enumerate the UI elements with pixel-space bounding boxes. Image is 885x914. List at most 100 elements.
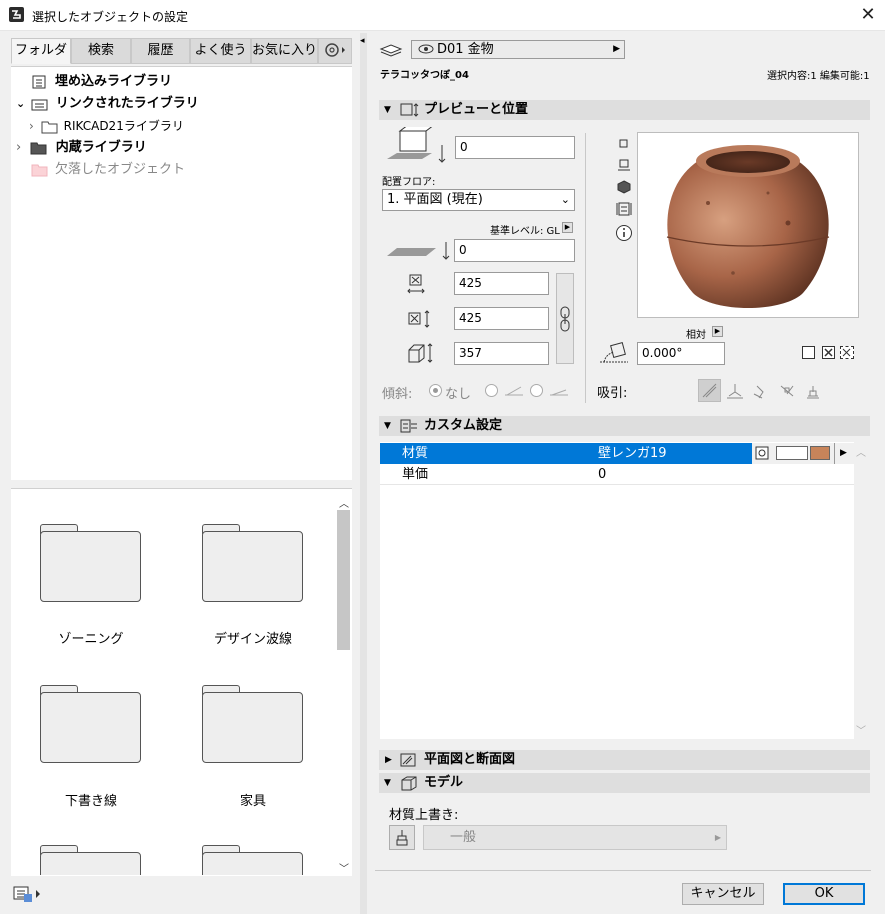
square-view-icon[interactable] bbox=[618, 138, 630, 150]
material-swatch-blank bbox=[776, 446, 808, 460]
elevation-field[interactable]: 0 bbox=[455, 136, 575, 159]
tab-favorites[interactable]: お気に入り bbox=[251, 38, 318, 64]
tree-item-label: 埋め込みライブラリ bbox=[55, 74, 173, 89]
object-name: テラコッタつぼ_04 bbox=[380, 70, 469, 81]
grid-scrollbar-thumb[interactable] bbox=[337, 510, 350, 650]
library-tree: 埋め込みライブラリ ⌄ リンクされたライブラリ › RIKCAD21ライブラリ … bbox=[11, 66, 352, 480]
chevron-right-icon[interactable]: › bbox=[16, 140, 21, 155]
triangle-right-icon: ▶ bbox=[714, 833, 721, 842]
tilt-none-label: なし bbox=[445, 387, 472, 402]
relative-button[interactable]: ▶ bbox=[712, 326, 723, 337]
height-field[interactable]: 357 bbox=[454, 342, 549, 365]
grid-folder-label: デザイン波線 bbox=[213, 632, 292, 647]
override-select[interactable]: 一般 ▶ bbox=[423, 825, 727, 850]
chevron-down-icon[interactable]: ⌄ bbox=[16, 97, 25, 110]
window-title: 選択したオブジェクトの設定 bbox=[32, 10, 189, 24]
scroll-up-icon[interactable]: ︿ bbox=[856, 444, 866, 459]
triangle-right-icon: ▶ bbox=[613, 44, 620, 54]
scroll-down-icon[interactable]: ﹀ bbox=[339, 860, 349, 875]
paint-brush-icon[interactable] bbox=[389, 825, 415, 850]
cancel-button[interactable]: キャンセル bbox=[682, 883, 764, 905]
parameter-row-unit-price[interactable]: 単価 0 bbox=[380, 464, 854, 485]
scroll-up-icon[interactable]: ︿ bbox=[339, 495, 349, 510]
chevron-down-icon: ▼ bbox=[384, 778, 391, 788]
tilt-none-radio[interactable] bbox=[429, 384, 442, 397]
snap-none-icon[interactable] bbox=[698, 379, 721, 402]
reference-level-button[interactable]: ▶ bbox=[562, 222, 573, 233]
reference-level-label: 基準レベル: GL bbox=[490, 226, 560, 237]
tree-item-missing[interactable]: 欠落したオブジェクト bbox=[31, 159, 185, 181]
chevron-down-icon: ⌄ bbox=[560, 193, 570, 206]
tilt-slope-icon bbox=[503, 383, 525, 397]
tree-item-linked[interactable]: ⌄ リンクされたライブラリ bbox=[16, 93, 199, 115]
snap-wall-icon[interactable] bbox=[751, 382, 771, 400]
rotation-angle-icon bbox=[598, 342, 632, 366]
tab-folder[interactable]: フォルダ bbox=[11, 38, 71, 64]
offset-field[interactable]: 0 bbox=[454, 239, 575, 262]
grid-folder-design-wave[interactable] bbox=[202, 524, 303, 602]
tab-search[interactable]: 検索 bbox=[71, 38, 131, 64]
mirror-x-icon[interactable] bbox=[822, 346, 835, 359]
grid-folder-furniture[interactable] bbox=[202, 685, 303, 763]
section-view-icon[interactable] bbox=[615, 202, 633, 216]
grid-folder-draft-line[interactable] bbox=[40, 685, 141, 763]
tree-item-label: リンクされたライブラリ bbox=[55, 96, 199, 111]
tree-item-embedded[interactable]: 埋め込みライブラリ bbox=[31, 71, 172, 93]
rotation-angle-field[interactable]: 0.000° bbox=[637, 342, 725, 365]
gear-icon[interactable] bbox=[318, 38, 352, 64]
collapse-left-icon[interactable]: ◂ bbox=[360, 36, 365, 46]
panel-splitter[interactable] bbox=[360, 33, 367, 914]
depth-field[interactable]: 425 bbox=[454, 307, 549, 330]
info-icon[interactable] bbox=[615, 224, 633, 242]
elevation-icon bbox=[382, 124, 448, 167]
snap-ceiling-icon[interactable] bbox=[777, 382, 797, 400]
tilt-option-radio[interactable] bbox=[530, 384, 543, 397]
parameter-row-material[interactable]: 材質 壁レンガ19 ▶ bbox=[380, 443, 854, 464]
mirror-none-checkbox[interactable] bbox=[802, 346, 815, 359]
ok-button[interactable]: OK bbox=[783, 883, 865, 905]
grid-folder-label: 家具 bbox=[239, 794, 266, 809]
tree-item-label: 内蔵ライブラリ bbox=[55, 140, 147, 155]
material-picker[interactable]: ▶ bbox=[752, 443, 854, 464]
layer-select[interactable]: D01 金物 ▶ bbox=[411, 40, 625, 59]
library-manager-icon[interactable] bbox=[12, 882, 42, 904]
parameter-name: 単価 bbox=[402, 467, 429, 482]
width-field[interactable]: 425 bbox=[454, 272, 549, 295]
footer-divider bbox=[375, 870, 871, 871]
triangle-right-icon: ▶ bbox=[834, 443, 852, 464]
grid-folder-zoning[interactable] bbox=[40, 524, 141, 602]
tilt-angle-icon bbox=[548, 383, 570, 397]
tilt-option-radio[interactable] bbox=[485, 384, 498, 397]
selection-status: 選択内容:1 編集可能:1 bbox=[767, 71, 870, 82]
snap-floor-icon[interactable] bbox=[725, 382, 745, 400]
close-icon[interactable]: ✕ bbox=[855, 4, 881, 26]
chevron-right-icon[interactable]: › bbox=[29, 119, 34, 133]
library-icon bbox=[31, 75, 48, 89]
tab-history[interactable]: 履歴 bbox=[131, 38, 190, 64]
grid-folder-partial[interactable] bbox=[202, 845, 303, 875]
mirror-y-icon[interactable] bbox=[840, 346, 854, 359]
library-icon bbox=[31, 97, 48, 111]
snap-object-icon[interactable] bbox=[803, 382, 823, 400]
tree-item-builtin[interactable]: › 内蔵ライブラリ bbox=[16, 137, 147, 159]
tree-item-rikcad[interactable]: › RIKCAD21ライブラリ bbox=[29, 115, 184, 137]
section-model[interactable]: ▼ モデル bbox=[379, 773, 870, 793]
preview-position-icon bbox=[399, 102, 421, 125]
app-icon bbox=[9, 7, 24, 22]
grid-folder-partial[interactable] bbox=[40, 845, 141, 875]
proportion-lock-button[interactable] bbox=[556, 273, 574, 364]
tree-item-label: RIKCAD21ライブラリ bbox=[63, 119, 184, 133]
separator bbox=[585, 133, 586, 403]
snap-label: 吸引: bbox=[597, 386, 628, 401]
floor-select[interactable]: 1. 平面図 (現在) ⌄ bbox=[382, 189, 575, 211]
plan-view-icon[interactable] bbox=[617, 158, 631, 172]
tab-frequent[interactable]: よく使う bbox=[190, 38, 251, 64]
grid-folder-label: 下書き線 bbox=[64, 794, 117, 809]
section-custom[interactable]: ▼ カスタム設定 bbox=[379, 416, 870, 436]
section-plan[interactable]: ▶ 平面図と断面図 bbox=[379, 750, 870, 770]
3d-view-icon[interactable] bbox=[617, 180, 631, 194]
section-preview[interactable]: ▼ プレビューと位置 bbox=[379, 100, 870, 120]
material-swatch bbox=[810, 446, 830, 460]
depth-icon bbox=[406, 309, 432, 329]
scroll-down-icon[interactable]: ﹀ bbox=[856, 722, 866, 737]
